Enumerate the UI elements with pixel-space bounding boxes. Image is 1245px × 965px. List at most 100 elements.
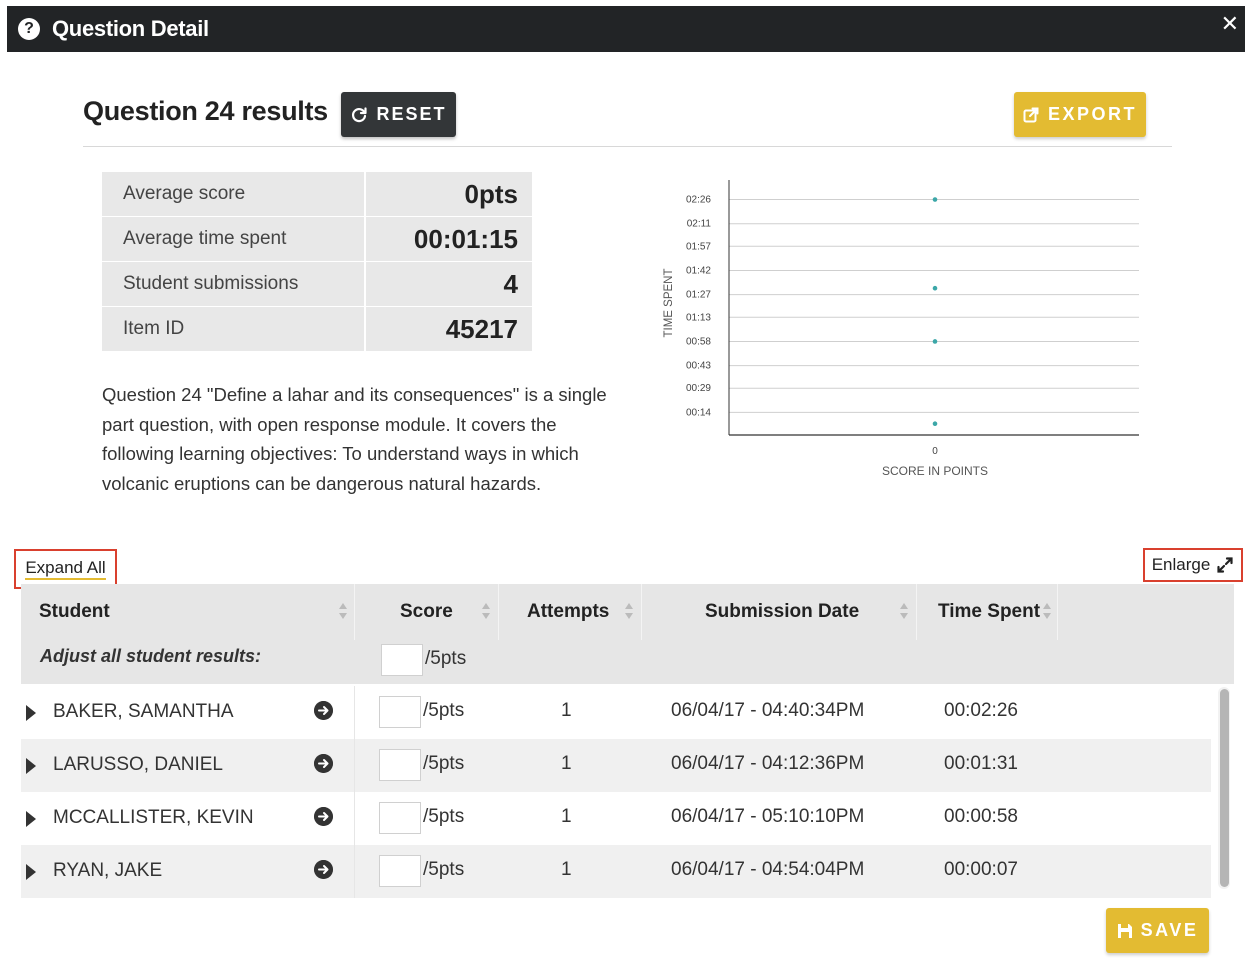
stat-row-average-score: Average score 0pts <box>102 172 532 217</box>
submission-date-value: 06/04/17 - 05:10:10PM <box>671 806 865 827</box>
arrow-circle-right-icon[interactable] <box>314 807 333 826</box>
chart-data-point <box>932 197 938 202</box>
stat-label: Average time spent <box>102 217 366 262</box>
score-input[interactable] <box>379 749 421 781</box>
column-divider <box>354 739 355 792</box>
student-name: RYAN, JAKE <box>53 860 163 881</box>
stat-label: Item ID <box>102 307 366 352</box>
sort-icon[interactable] <box>624 601 634 621</box>
time-spent-value: 00:02:26 <box>944 700 1018 721</box>
chart-y-tick-label: 00:43 <box>686 361 711 372</box>
column-divider <box>641 584 642 640</box>
chart-y-axis-label: TIME SPENT <box>663 268 675 337</box>
pts-suffix: /5pts <box>423 753 465 774</box>
attempts-value: 1 <box>561 806 572 827</box>
chart-data-point <box>932 339 938 344</box>
pts-suffix: /5pts <box>423 859 465 880</box>
arrow-circle-right-icon[interactable] <box>314 754 333 773</box>
enlarge-button[interactable]: Enlarge <box>1143 548 1243 582</box>
save-label: SAVE <box>1140 920 1199 940</box>
students-table-body: BAKER, SAMANTHA /5pts 1 06/04/17 - 04:40… <box>21 686 1211 898</box>
question-description: Question 24 "Define a lahar and its cons… <box>102 384 607 494</box>
export-button[interactable]: EXPORT <box>1014 92 1146 137</box>
table-row: BAKER, SAMANTHA /5pts 1 06/04/17 - 04:40… <box>21 686 1211 739</box>
stat-value: 00:01:15 <box>366 217 532 262</box>
column-header-attempts[interactable]: Attempts <box>527 584 609 640</box>
chart-y-tick-label: 01:27 <box>686 290 711 301</box>
stat-label: Student submissions <box>102 262 366 307</box>
arrow-circle-right-icon[interactable] <box>314 701 333 720</box>
submission-date-value: 06/04/17 - 04:40:34PM <box>671 700 865 721</box>
close-icon[interactable]: ✕ <box>1221 13 1239 35</box>
expand-row-icon[interactable] <box>26 811 36 827</box>
adjust-all-score-input[interactable] <box>381 644 423 676</box>
student-name: MCCALLISTER, KEVIN <box>53 807 254 828</box>
sort-icon[interactable] <box>899 601 909 621</box>
time-spent-value: 00:00:58 <box>944 806 1018 827</box>
chart-y-tick-label: 02:26 <box>686 195 711 206</box>
save-button[interactable]: SAVE <box>1106 908 1209 953</box>
chart-y-tick-label: 00:58 <box>686 336 711 347</box>
score-input[interactable] <box>379 696 421 728</box>
expand-all-label: Expand All <box>25 558 106 580</box>
arrow-circle-right-icon[interactable] <box>314 860 333 879</box>
table-row: LARUSSO, DANIEL /5pts 1 06/04/17 - 04:12… <box>21 739 1211 792</box>
chart-data-point <box>932 285 938 291</box>
chart-y-tick-label: 00:14 <box>686 407 711 418</box>
expand-row-icon[interactable] <box>26 758 36 774</box>
floppy-disk-icon <box>1117 923 1132 938</box>
chart-y-tick-label: 01:42 <box>686 265 711 276</box>
dialog-titlebar: ? Question Detail ✕ <box>7 6 1245 52</box>
submission-date-value: 06/04/17 - 04:54:04PM <box>671 859 865 880</box>
score-input[interactable] <box>379 855 421 887</box>
stat-value: 45217 <box>366 307 532 352</box>
adjust-all-label: Adjust all student results: <box>40 646 262 666</box>
page-title: Question 24 results <box>83 96 328 126</box>
refresh-icon <box>352 106 368 122</box>
attempts-value: 1 <box>561 753 572 774</box>
score-input[interactable] <box>379 802 421 834</box>
chart-y-tick-label: 01:13 <box>686 312 711 323</box>
column-divider <box>354 584 355 640</box>
sort-icon[interactable] <box>481 601 491 621</box>
chart-y-tick-label: 01:57 <box>686 241 711 252</box>
table-scrollbar[interactable] <box>1218 687 1230 889</box>
pts-suffix: /5pts <box>425 648 467 669</box>
stat-row-average-time: Average time spent 00:01:15 <box>102 217 532 262</box>
attempts-value: 1 <box>561 700 572 721</box>
score-time-scatter-chart: 02:26 02:11 01:57 01:42 01:27 01:13 00:58 00:43… <box>663 180 1139 478</box>
column-divider <box>1057 584 1058 640</box>
column-header-submission-date[interactable]: Submission Date <box>705 584 859 640</box>
submission-date-value: 06/04/17 - 04:12:36PM <box>671 753 865 774</box>
stats-table: Average score 0pts Average time spent 00… <box>102 172 532 352</box>
attempts-value: 1 <box>561 859 572 880</box>
column-header-time-spent[interactable]: Time Spent <box>938 584 1040 640</box>
sort-icon[interactable] <box>338 601 348 621</box>
sort-icon[interactable] <box>1042 601 1052 621</box>
export-label: EXPORT <box>1047 104 1137 124</box>
chart-y-tick-label: 02:11 <box>687 219 712 230</box>
stat-row-submissions: Student submissions 4 <box>102 262 532 307</box>
table-row: RYAN, JAKE /5pts 1 06/04/17 - 04:54:04PM… <box>21 845 1211 898</box>
pts-suffix: /5pts <box>423 700 465 721</box>
column-divider <box>354 686 355 739</box>
expand-row-icon[interactable] <box>26 864 36 880</box>
column-header-student[interactable]: Student <box>39 584 110 640</box>
stat-value: 0pts <box>366 172 532 217</box>
student-name: BAKER, SAMANTHA <box>53 701 234 722</box>
reset-label: RESET <box>376 104 447 124</box>
reset-button[interactable]: RESET <box>341 92 456 137</box>
pts-suffix: /5pts <box>423 806 465 827</box>
column-divider <box>916 584 917 640</box>
external-link-icon <box>1023 107 1039 122</box>
students-table-header: Student Score Attempts Submission Date T… <box>21 584 1234 684</box>
expand-all-link[interactable]: Expand All <box>14 549 117 589</box>
dialog-title: Question Detail <box>52 16 209 41</box>
expand-row-icon[interactable] <box>26 705 36 721</box>
chart-data-point <box>932 421 938 427</box>
heading-divider <box>83 146 1172 147</box>
column-divider <box>354 845 355 898</box>
stat-value: 4 <box>366 262 532 307</box>
column-header-score[interactable]: Score <box>400 584 453 640</box>
scrollbar-thumb[interactable] <box>1220 689 1229 887</box>
